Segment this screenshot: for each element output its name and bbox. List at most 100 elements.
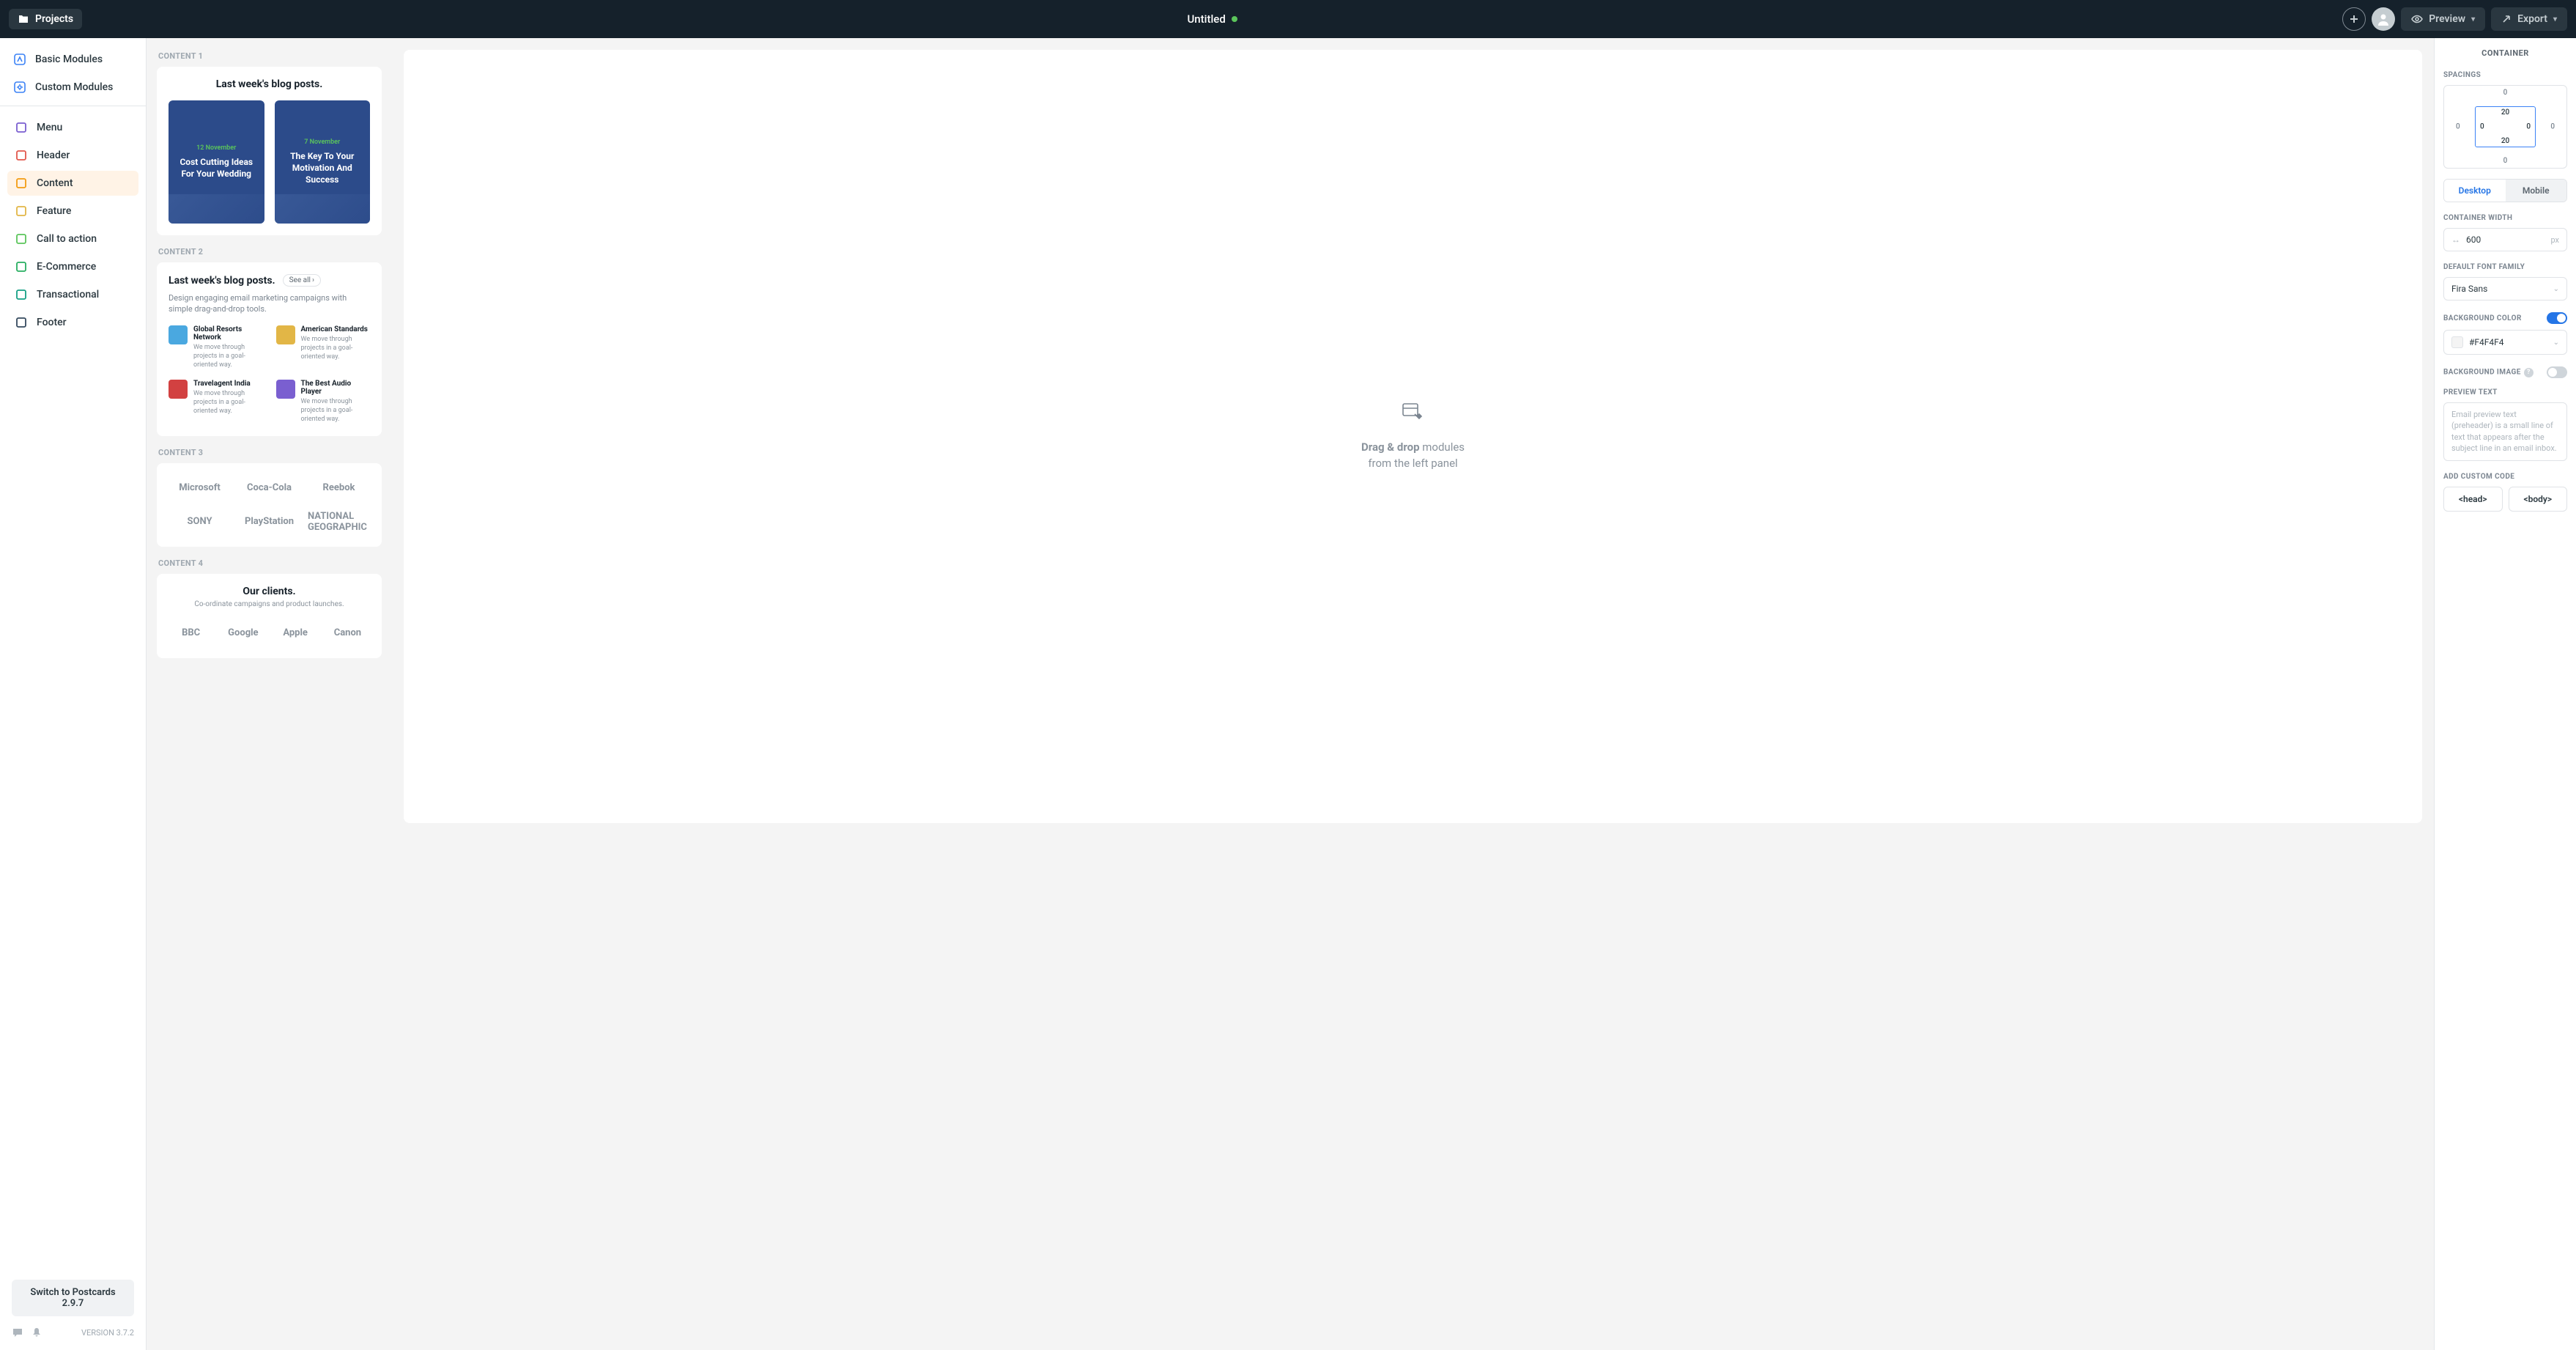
- custom-code-label: ADD CUSTOM CODE: [2443, 473, 2567, 481]
- sidebar-item-label: Header: [37, 150, 70, 161]
- device-tabs: Desktop Mobile: [2443, 179, 2567, 202]
- preview-text-input[interactable]: Email preview text (preheader) is a smal…: [2443, 402, 2567, 461]
- add-button[interactable]: [2342, 7, 2366, 31]
- eye-icon: [2411, 13, 2423, 25]
- feature-desc: We move through projects in a goal-orien…: [301, 397, 371, 424]
- custom-modules-tab[interactable]: Custom Modules: [10, 75, 136, 100]
- tab-desktop[interactable]: Desktop: [2444, 180, 2506, 202]
- preview-label: Preview: [2429, 13, 2465, 25]
- category-icon: [15, 204, 28, 218]
- bell-icon[interactable]: [31, 1327, 42, 1338]
- feature-title: Global Resorts Network: [193, 325, 263, 342]
- feature-icon: [276, 380, 295, 399]
- tile-date: 7 November: [304, 139, 340, 146]
- sidebar-item-label: Feature: [37, 205, 71, 217]
- logo-sony: SONY: [169, 512, 231, 532]
- sidebar-item-call-to-action[interactable]: Call to action: [7, 226, 138, 251]
- sidebar-item-label: Call to action: [37, 233, 97, 245]
- sidebar-label: Custom Modules: [35, 81, 113, 93]
- drop-text: modules: [1422, 440, 1465, 454]
- bgcolor-label-row: BACKGROUND COLOR: [2443, 312, 2567, 324]
- bgimage-label: BACKGROUND IMAGE: [2443, 368, 2521, 376]
- margin-right[interactable]: 0: [2550, 123, 2555, 131]
- sidebar-item-header[interactable]: Header: [7, 143, 138, 168]
- content-template-2[interactable]: Last week's blog posts. See all› Design …: [157, 262, 382, 436]
- module-title: Our clients.: [169, 586, 370, 597]
- folder-icon: [18, 13, 29, 25]
- spacings-label: SPACINGS: [2443, 71, 2567, 79]
- sidebar-item-footer[interactable]: Footer: [7, 310, 138, 335]
- bgcolor-toggle[interactable]: [2547, 312, 2567, 324]
- content-template-3[interactable]: MicrosoftCoca-ColaReebokSONYPlayStationN…: [157, 463, 382, 547]
- margin-left[interactable]: 0: [2456, 123, 2460, 131]
- user-avatar[interactable]: [2372, 7, 2395, 31]
- chevron-down-icon: ▾: [2553, 15, 2557, 23]
- export-icon: [2501, 14, 2512, 24]
- chevron-down-icon: ⌄: [2553, 339, 2559, 347]
- font-family-select[interactable]: Fira Sans ⌄: [2443, 277, 2567, 300]
- canvas-area: Drag & drop modules from the left panel: [392, 38, 2434, 1350]
- basic-modules-icon: [13, 53, 26, 66]
- content-template-1[interactable]: Last week's blog posts. 12 NovemberCost …: [157, 67, 382, 235]
- feature-desc: We move through projects in a goal-orien…: [193, 343, 263, 369]
- padding-left[interactable]: 0: [2480, 123, 2484, 131]
- left-sidebar: Basic Modules Custom Modules Menu Header C…: [0, 38, 147, 1350]
- bgcolor-select[interactable]: #F4F4F4 ⌄: [2443, 330, 2567, 355]
- content-template-4[interactable]: Our clients. Co-ordinate campaigns and p…: [157, 574, 382, 658]
- logo-bbc: BBC: [169, 623, 213, 643]
- sidebar-item-label: Menu: [37, 122, 62, 133]
- custom-modules-icon: [13, 81, 26, 94]
- bgimage-toggle[interactable]: [2547, 366, 2567, 378]
- document-title-area[interactable]: Untitled: [1187, 12, 1237, 26]
- tile-date: 12 November: [196, 144, 236, 152]
- width-value: 600: [2466, 235, 2550, 245]
- drop-zone[interactable]: Drag & drop modules from the left panel: [404, 50, 2422, 823]
- drag-drop-icon: [1400, 401, 1426, 427]
- sidebar-item-content[interactable]: Content: [7, 171, 138, 196]
- feature-title: American Standards: [301, 325, 371, 333]
- help-icon[interactable]: ?: [2524, 368, 2534, 377]
- container-width-input[interactable]: ↔ 600 px: [2443, 228, 2567, 251]
- body-code-button[interactable]: <body>: [2509, 487, 2568, 512]
- tab-mobile[interactable]: Mobile: [2506, 180, 2567, 202]
- margin-top[interactable]: 0: [2503, 89, 2508, 97]
- sidebar-label: Basic Modules: [35, 54, 103, 65]
- export-button[interactable]: Export ▾: [2491, 7, 2567, 31]
- preview-button[interactable]: Preview ▾: [2401, 7, 2485, 31]
- head-code-button[interactable]: <head>: [2443, 487, 2503, 512]
- topbar: Projects Untitled Preview ▾ Export ▾: [0, 0, 2576, 38]
- chat-icon[interactable]: [12, 1327, 23, 1338]
- feature-desc: We move through projects in a goal-orien…: [301, 335, 371, 361]
- see-all-link[interactable]: See all›: [283, 274, 321, 287]
- margin-bottom[interactable]: 0: [2503, 157, 2508, 165]
- drop-text-strong: Drag & drop: [1361, 440, 1420, 454]
- sidebar-item-e-commerce[interactable]: E-Commerce: [7, 254, 138, 279]
- spacing-editor[interactable]: 0 0 0 0 20 20 0 0: [2443, 85, 2567, 169]
- document-title: Untitled: [1187, 12, 1225, 26]
- tile-title: The Key To Your Motivation And Success: [282, 150, 363, 186]
- sidebar-item-menu[interactable]: Menu: [7, 115, 138, 140]
- bgcolor-label: BACKGROUND COLOR: [2443, 314, 2522, 322]
- basic-modules-tab[interactable]: Basic Modules: [10, 47, 136, 72]
- feature-item: American Standards We move through projec…: [276, 325, 371, 369]
- projects-button[interactable]: Projects: [9, 9, 82, 29]
- width-unit: px: [2550, 235, 2559, 245]
- padding-right[interactable]: 0: [2526, 123, 2531, 131]
- sidebar-item-feature[interactable]: Feature: [7, 199, 138, 224]
- bgcolor-value: #F4F4F4: [2469, 337, 2504, 347]
- module-section-label: CONTENT 3: [158, 448, 382, 457]
- logo-national-geographic: NATIONAL GEOGRAPHIC: [308, 512, 370, 532]
- feature-title: Travelagent India: [193, 380, 263, 388]
- sidebar-item-label: Transactional: [37, 289, 99, 300]
- category-icon: [15, 177, 28, 190]
- module-subtitle: Co-ordinate campaigns and product launch…: [169, 600, 370, 608]
- projects-label: Projects: [35, 13, 73, 25]
- chevron-down-icon: ▾: [2471, 15, 2475, 23]
- category-icon: [15, 149, 28, 162]
- module-title: Last week's blog posts.: [169, 78, 370, 90]
- sidebar-item-label: Footer: [37, 317, 67, 328]
- sidebar-item-transactional[interactable]: Transactional: [7, 282, 138, 307]
- switch-version-button[interactable]: Switch to Postcards 2.9.7: [12, 1280, 134, 1316]
- padding-top[interactable]: 20: [2501, 108, 2509, 117]
- padding-bottom[interactable]: 20: [2501, 137, 2509, 145]
